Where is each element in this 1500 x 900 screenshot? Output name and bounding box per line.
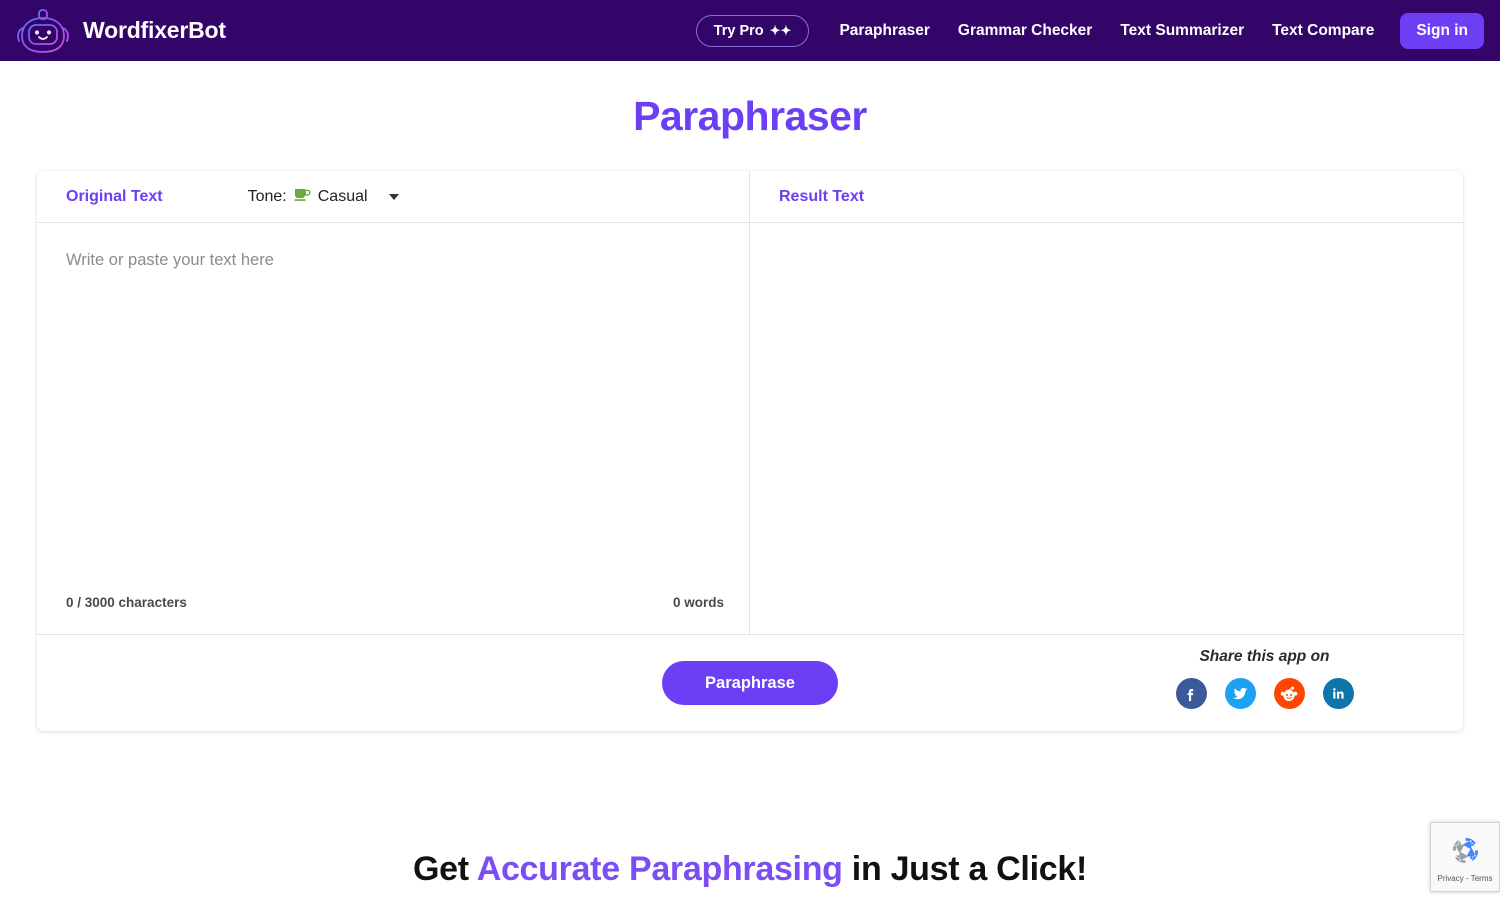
editor-panels: Original Text Tone: Casual Write or past… [37, 171, 1463, 634]
share-icons-group [1122, 678, 1407, 709]
recaptcha-privacy-terms: Privacy - Terms [1437, 874, 1493, 883]
share-block: Share this app on [1122, 648, 1407, 709]
brand-logo-link[interactable]: WordfixerBot [14, 6, 226, 56]
original-text-panel: Original Text Tone: Casual Write or past… [37, 171, 750, 634]
original-panel-header: Original Text Tone: Casual [37, 171, 749, 223]
paraphrase-button[interactable]: Paraphrase [662, 661, 838, 705]
chevron-down-icon[interactable] [388, 193, 399, 200]
card-footer: Paraphrase Share this app on [37, 634, 1463, 731]
promo-accent: Accurate Paraphrasing [476, 850, 843, 888]
linkedin-icon[interactable] [1322, 678, 1354, 709]
word-count: 0 words [672, 595, 724, 610]
original-textarea-placeholder: Write or paste your text here [66, 251, 274, 269]
promo-prefix: Get [413, 850, 477, 888]
try-pro-button[interactable]: Try Pro ✦✦ [695, 14, 810, 47]
facebook-icon[interactable] [1175, 678, 1207, 709]
page-title: Paraphraser [633, 93, 867, 139]
counts-row: 0 / 3000 characters 0 words [37, 581, 749, 634]
result-content [750, 223, 1463, 249]
paraphraser-card: Original Text Tone: Casual Write or past… [37, 171, 1463, 731]
tone-selector[interactable]: Tone: Casual [248, 187, 399, 206]
character-count: 0 / 3000 characters [66, 595, 187, 610]
brand-name: WordfixerBot [83, 17, 226, 43]
promo-heading: Get Accurate Paraphrasing in Just a Clic… [0, 850, 1500, 889]
result-text-panel: Result Text [750, 171, 1463, 634]
nav-link-grammar-checker[interactable]: Grammar Checker [944, 22, 1106, 40]
recaptcha-icon [1449, 834, 1482, 872]
tone-value: Casual [317, 187, 368, 205]
sign-in-button[interactable]: Sign in [1400, 12, 1484, 49]
nav-link-text-compare[interactable]: Text Compare [1258, 22, 1388, 40]
nav-link-text-summarizer[interactable]: Text Summarizer [1106, 22, 1258, 40]
result-text-label: Result Text [779, 187, 865, 205]
twitter-icon[interactable] [1224, 678, 1256, 709]
coffee-cup-icon [294, 187, 311, 206]
promo-suffix: in Just a Click! [842, 850, 1087, 888]
nav-link-paraphraser[interactable]: Paraphraser [825, 22, 943, 40]
top-navigation-bar: WordfixerBot Try Pro ✦✦ Paraphraser Gram… [0, 0, 1500, 61]
result-footer-spacer [750, 581, 1463, 634]
nav-links-group: Try Pro ✦✦ Paraphraser Grammar Checker T… [695, 12, 1484, 49]
tone-label: Tone: [247, 187, 287, 205]
sparkles-icon: ✦✦ [769, 23, 792, 38]
reddit-icon[interactable] [1273, 678, 1305, 709]
original-text-label: Original Text [66, 187, 163, 205]
original-textarea[interactable]: Write or paste your text here [37, 223, 749, 581]
robot-head-icon [14, 6, 72, 56]
result-panel-header: Result Text [750, 171, 1463, 223]
result-textarea[interactable] [750, 223, 1463, 581]
recaptcha-badge[interactable]: Privacy - Terms [1430, 822, 1500, 892]
try-pro-label: Try Pro [713, 22, 764, 39]
share-title: Share this app on [1199, 648, 1330, 665]
